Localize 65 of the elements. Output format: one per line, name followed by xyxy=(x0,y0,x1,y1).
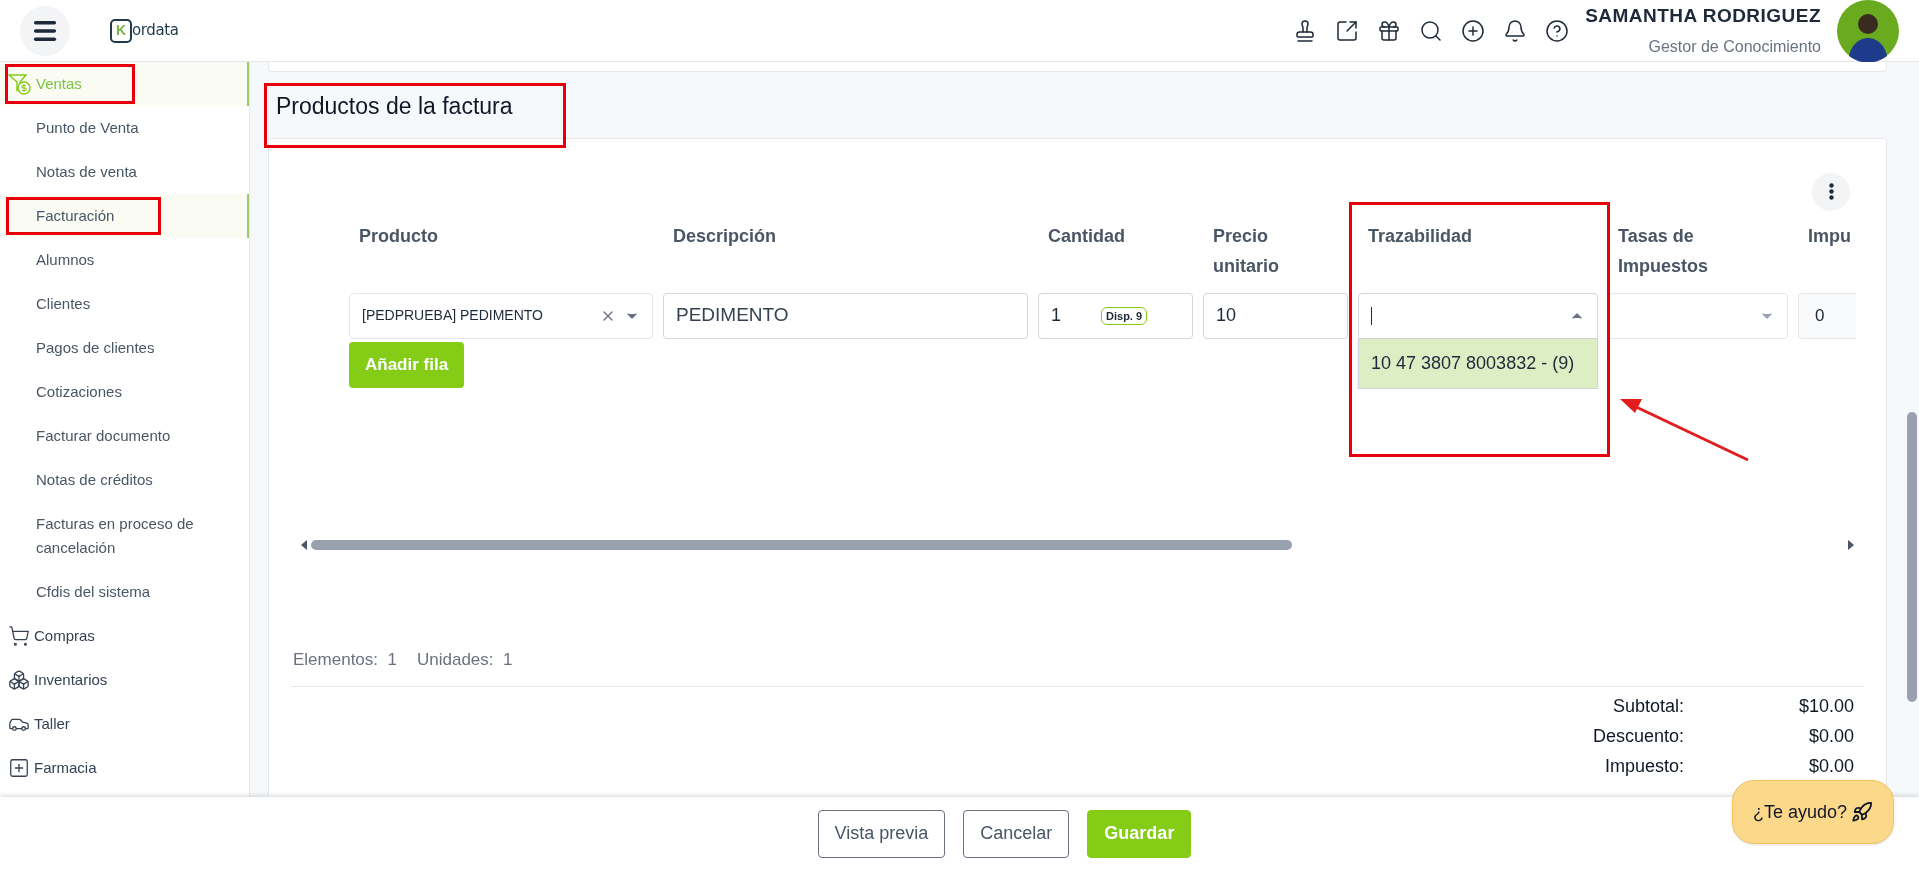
total-label: Descuento: xyxy=(1591,725,1684,748)
sidebar-section[interactable]: Farmacia xyxy=(0,746,249,790)
column-header: Trazabilidad xyxy=(1368,224,1474,248)
total-value: $0.00 xyxy=(1807,755,1854,778)
sidebar-item[interactable]: Alumnos xyxy=(0,238,249,282)
sidebar-item[interactable]: Facturas en proceso de cancelación xyxy=(0,502,249,570)
funnel-dollar-icon xyxy=(8,73,32,95)
quantity-field[interactable]: 1 Disp. 9 xyxy=(1038,292,1193,339)
total-label: Impuesto: xyxy=(1603,755,1684,778)
column-header: Descripción xyxy=(673,224,778,248)
sidebar-item[interactable]: Punto de Venta xyxy=(0,106,249,150)
help-button[interactable]: ¿Te ayudo? xyxy=(1731,780,1894,844)
sidebar-item[interactable]: Clientes xyxy=(0,282,249,326)
sidebar-section[interactable]: Taller xyxy=(0,702,249,746)
section-label: Farmacia xyxy=(34,757,97,778)
total-value: $0.00 xyxy=(1807,725,1854,748)
total-label: Subtotal: xyxy=(1611,695,1684,718)
rocket-icon xyxy=(1851,801,1873,823)
section-label: Taller xyxy=(34,713,70,734)
notification-icon[interactable] xyxy=(1503,18,1528,43)
avatar[interactable] xyxy=(1837,0,1899,62)
horizontal-scrollbar[interactable] xyxy=(301,538,1854,551)
section-label: Inventarios xyxy=(34,669,108,690)
sidebar-section[interactable]: Compras xyxy=(0,614,249,658)
more-icon xyxy=(1828,183,1834,200)
product-select[interactable]: [PEDPRUEBA] PEDIMENTO xyxy=(349,292,653,339)
plus-square-icon xyxy=(8,757,30,779)
sidebar-item[interactable]: Notas de venta xyxy=(0,150,249,194)
sidebar-item[interactable]: Cotizaciones xyxy=(0,370,249,414)
boxes-icon xyxy=(8,669,30,691)
user-role: Gestor de Conocimiento xyxy=(1648,36,1821,57)
section-label: Compras xyxy=(34,625,95,646)
tax-field[interactable]: 0 xyxy=(1798,292,1856,339)
gift-icon[interactable] xyxy=(1377,18,1402,43)
cart-icon xyxy=(8,625,30,647)
dropdown-option[interactable]: 10 47 3807 8003832 - (9) xyxy=(1358,338,1598,389)
summary-count: Unidades: 1 xyxy=(416,648,513,671)
menu-button[interactable] xyxy=(20,5,70,56)
footer-button[interactable]: Vista previa xyxy=(817,809,946,858)
column-header: Tasas de Impuestos xyxy=(1618,224,1710,278)
sidebar-item[interactable]: Facturar documento xyxy=(0,414,249,458)
more-options-button[interactable] xyxy=(1812,172,1850,211)
column-header: Precio unitario xyxy=(1213,224,1280,278)
column-header: Impu xyxy=(1808,224,1852,248)
add-icon[interactable] xyxy=(1461,18,1486,43)
description-field[interactable]: PEDIMENTO xyxy=(663,292,1028,339)
vertical-scrollbar[interactable] xyxy=(1907,412,1917,702)
search-icon[interactable] xyxy=(1419,18,1444,43)
column-header: Cantidad xyxy=(1048,224,1126,248)
help-icon[interactable] xyxy=(1545,18,1570,43)
sidebar-section[interactable]: Inventarios xyxy=(0,658,249,702)
sidebar-item[interactable]: Notas de créditos xyxy=(0,458,249,502)
sidebar-item[interactable]: Pagos de clientes xyxy=(0,326,249,370)
external-link-icon[interactable] xyxy=(1335,18,1360,43)
summary-count: Elementos: 1 xyxy=(293,648,397,671)
total-value: $10.00 xyxy=(1797,695,1854,718)
column-header: Producto xyxy=(359,224,439,248)
sidebar-item[interactable]: Cfdis del sistema xyxy=(0,570,249,614)
available-badge: Disp. 9 xyxy=(1101,306,1148,325)
logo[interactable]: K ordata xyxy=(110,18,179,43)
section-label: Ventas xyxy=(36,73,82,94)
page-title: Productos de la factura xyxy=(276,92,513,121)
user-name: SAMANTHA RODRIGUEZ xyxy=(1585,4,1821,29)
footer-button[interactable]: Cancelar xyxy=(963,809,1070,858)
unit-price-field[interactable]: 10 xyxy=(1203,292,1348,339)
